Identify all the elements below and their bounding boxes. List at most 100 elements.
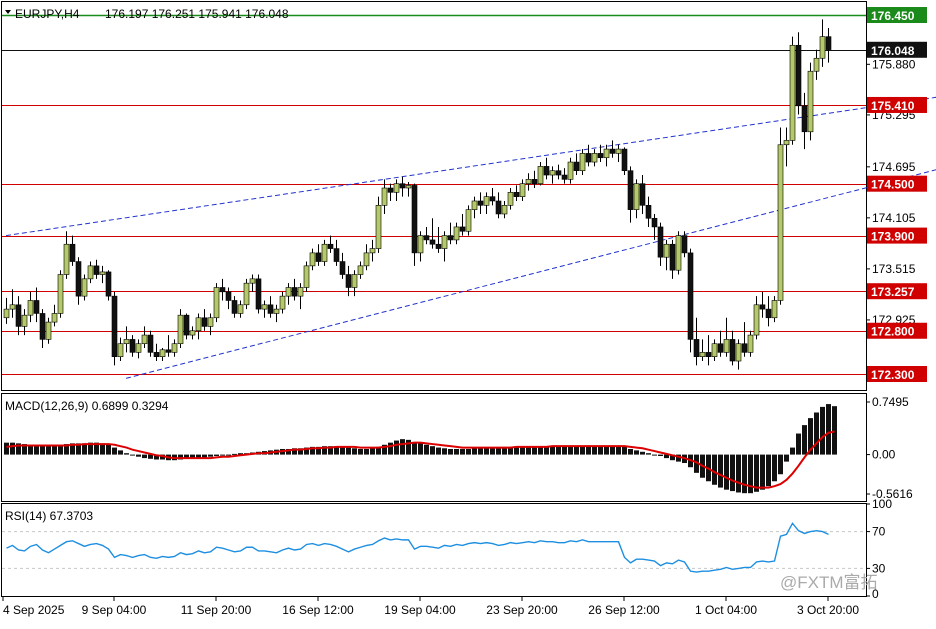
macd-bar xyxy=(832,406,837,455)
price-level-label: 173.900 xyxy=(867,227,927,244)
macd-bar xyxy=(550,446,555,455)
candle xyxy=(777,127,784,305)
svg-text:176.048: 176.048 xyxy=(871,44,915,58)
macd-bar xyxy=(778,454,783,475)
macd-bar xyxy=(34,445,39,455)
macd-bar xyxy=(634,450,639,455)
macd-bar xyxy=(640,451,645,455)
macd-bar xyxy=(580,446,585,455)
time-tick: 9 Sep 04:00 xyxy=(82,603,147,617)
macd-bar xyxy=(226,454,231,456)
time-tick: 16 Sep 12:00 xyxy=(282,603,354,617)
price-tick: 174.695 xyxy=(872,160,916,174)
macd-bar xyxy=(466,448,471,455)
time-tick: 3 Oct 20:00 xyxy=(797,603,859,617)
macd-bar xyxy=(790,447,795,455)
macd-bar xyxy=(568,446,573,455)
macd-bar xyxy=(352,448,357,455)
svg-text:175.410: 175.410 xyxy=(871,99,915,113)
macd-bar xyxy=(454,448,459,455)
candle xyxy=(213,283,220,323)
macd-bar xyxy=(484,447,489,455)
macd-bar xyxy=(760,454,765,490)
price-tick: 173.515 xyxy=(872,262,916,276)
macd-bar xyxy=(826,404,831,455)
price-level-label: 175.410 xyxy=(867,96,927,113)
time-tick: 26 Sep 12:00 xyxy=(588,603,660,617)
macd-bar xyxy=(430,446,435,455)
macd-bar xyxy=(496,447,501,455)
macd-bar xyxy=(742,454,747,494)
candle xyxy=(465,205,472,236)
macd-bar xyxy=(586,446,591,455)
candle xyxy=(687,248,694,353)
macd-tick: 0.00 xyxy=(872,448,896,462)
time-tick: 19 Sep 04:00 xyxy=(384,603,456,617)
price-level-label: 176.048 xyxy=(867,41,927,58)
time-tick: 4 Sep 2025 xyxy=(3,603,65,617)
macd-bar xyxy=(724,454,729,490)
candle xyxy=(375,196,382,253)
macd-bar xyxy=(556,446,561,455)
candle xyxy=(675,231,682,275)
macd-bar xyxy=(472,448,477,455)
watermark: @FXTM富拓 xyxy=(780,573,878,592)
macd-bar xyxy=(610,446,615,455)
macd-bar xyxy=(622,446,627,455)
time-tick: 1 Oct 04:00 xyxy=(695,603,757,617)
macd-bar xyxy=(766,454,771,487)
chart-window[interactable]: EURJPY,H4 176.197 176.251 175.941 176.04… xyxy=(0,0,936,624)
svg-text:173.257: 173.257 xyxy=(871,285,915,299)
macd-bar xyxy=(220,454,225,456)
candle xyxy=(789,36,796,145)
rsi-pane[interactable] xyxy=(1,503,867,597)
macd-bar xyxy=(628,448,633,455)
chart-canvas[interactable]: EURJPY,H4 176.197 176.251 175.941 176.04… xyxy=(0,0,936,624)
macd-bar xyxy=(10,442,15,455)
macd-bar xyxy=(616,446,621,455)
candle xyxy=(177,309,184,349)
macd-bar xyxy=(658,454,663,456)
macd-bar xyxy=(814,412,819,455)
macd-bar xyxy=(442,448,447,455)
macd-bar xyxy=(52,445,57,455)
svg-text:174.500: 174.500 xyxy=(871,178,915,192)
macd-bar xyxy=(460,448,465,455)
macd-bar xyxy=(820,406,825,455)
time-tick: 11 Sep 20:00 xyxy=(181,603,252,617)
macd-bar xyxy=(214,454,219,456)
symbol-label: EURJPY,H4 xyxy=(15,7,80,21)
macd-bar xyxy=(388,442,393,455)
macd-bar xyxy=(136,454,141,457)
macd-bar xyxy=(118,450,123,455)
macd-bar xyxy=(796,433,801,455)
rsi-tick: 100 xyxy=(872,497,892,511)
macd-bar xyxy=(142,454,147,459)
candle xyxy=(621,147,628,176)
price-level-label: 172.300 xyxy=(867,366,927,382)
price-level-label: 173.257 xyxy=(867,283,927,300)
price-tick: 174.105 xyxy=(872,211,916,225)
candle xyxy=(243,278,250,310)
candle xyxy=(105,270,112,301)
macd-bar xyxy=(436,447,441,455)
macd-bar xyxy=(478,448,483,455)
rsi-tick: 70 xyxy=(872,525,886,539)
price-level-label: 174.500 xyxy=(867,175,927,192)
macd-bar xyxy=(736,454,741,493)
macd-bar xyxy=(772,454,777,482)
time-tick: 23 Sep 20:00 xyxy=(486,603,558,617)
macd-bar xyxy=(784,454,789,462)
macd-bar xyxy=(712,454,717,485)
macd-bar xyxy=(718,454,723,488)
macd-bar xyxy=(730,454,735,492)
candle xyxy=(57,270,64,318)
macd-tick: 0.7495 xyxy=(872,395,909,409)
macd-axis: 0.74950.00-0.5616 xyxy=(866,395,913,501)
price-level-label: 176.450 xyxy=(867,7,927,23)
macd-bar xyxy=(364,448,369,455)
price-pane[interactable] xyxy=(1,1,867,391)
macd-bar xyxy=(604,446,609,455)
svg-text:172.300: 172.300 xyxy=(871,368,915,382)
macd-bar xyxy=(394,440,399,455)
